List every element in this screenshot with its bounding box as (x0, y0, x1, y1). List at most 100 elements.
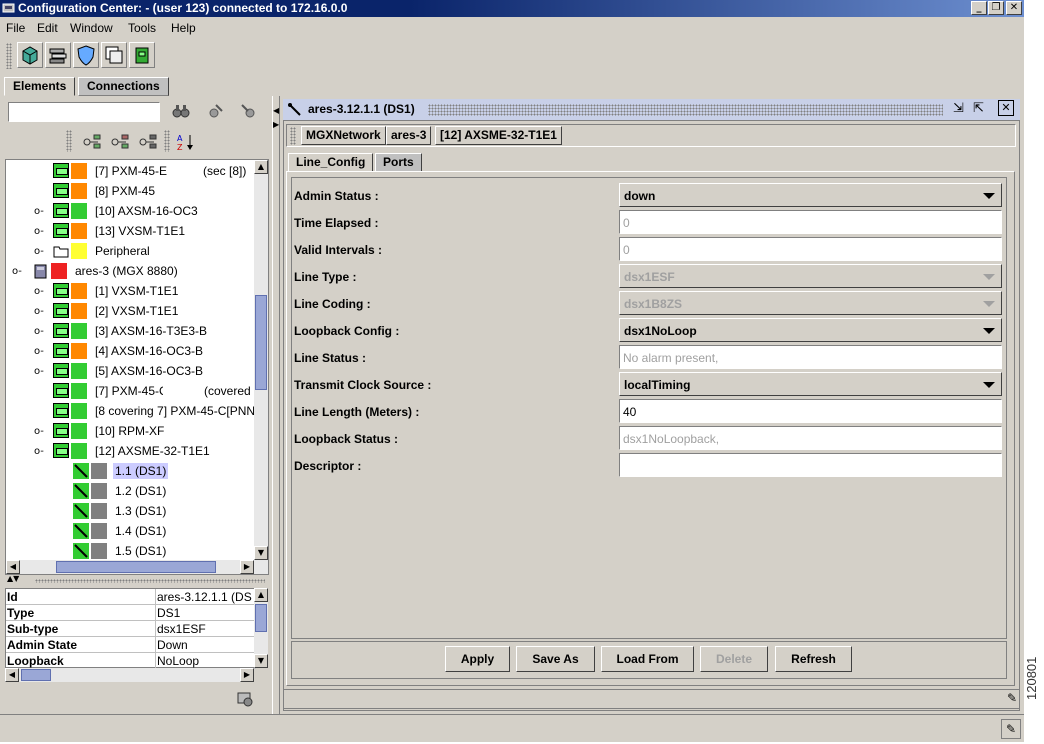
property-hscrollbar[interactable]: ◀ ▶ (5, 668, 254, 682)
scroll-up-icon[interactable]: ▲ (254, 160, 268, 174)
scroll-left-icon[interactable]: ◀ (5, 668, 19, 682)
filter-tree-icon[interactable] (138, 132, 158, 150)
save-as-button[interactable]: Save As (516, 646, 595, 672)
minimize-button[interactable]: _ (971, 1, 987, 15)
tree-item[interactable]: [7] PXM-45-C (covered (6, 381, 256, 401)
close-icon[interactable]: ✕ (998, 100, 1014, 116)
binoculars-icon[interactable] (172, 102, 190, 120)
collapse-tree-icon[interactable] (110, 132, 130, 150)
window-button[interactable] (101, 42, 127, 68)
transmit-clock-source-select[interactable]: localTiming (619, 372, 1002, 396)
tree-item[interactable]: [7] PXM-45-E (sec [8]) (6, 161, 256, 181)
collapse-key-icon[interactable]: o- (34, 446, 44, 457)
tab-ports[interactable]: Ports (375, 153, 422, 172)
tree-toolbar-grip[interactable] (66, 130, 72, 152)
maximize-button[interactable]: ❐ (988, 1, 1004, 15)
tree-vscrollbar[interactable]: ▲ ▼ (254, 160, 268, 560)
admin-status-select[interactable]: down (619, 183, 1002, 207)
expand-key-icon[interactable]: o- (34, 246, 44, 257)
collapse-arrow-icon[interactable]: ◀ (273, 106, 279, 115)
scroll-down-icon[interactable]: ▼ (254, 546, 268, 560)
element-tree[interactable]: [7] PXM-45-E (sec [8]) [8] PXM-45 o- [10… (5, 159, 269, 575)
tree-item[interactable]: o- Peripheral (6, 241, 256, 261)
property-hscroll-thumb[interactable] (21, 669, 51, 681)
cube-button[interactable] (17, 42, 43, 68)
tree-hscrollbar[interactable]: ◀ ▶ (6, 560, 268, 574)
search-input[interactable] (8, 102, 160, 122)
expand-key-icon[interactable]: o- (34, 346, 44, 357)
network-icon[interactable] (236, 690, 254, 708)
tree-item[interactable]: o- ares-3 (MGX 8880) (6, 261, 256, 281)
property-vscrollbar[interactable]: ▲ ▼ (254, 588, 268, 668)
find-next-icon[interactable] (206, 102, 224, 120)
breadcrumb-item-network[interactable]: MGXNetwork (301, 126, 386, 145)
scroll-left-icon[interactable]: ◀ (6, 560, 20, 574)
panel-divider[interactable]: ◀ ▶ (272, 96, 280, 714)
tree-item[interactable]: o- [10] RPM-XF (6, 421, 256, 441)
descriptor-field[interactable] (619, 453, 1002, 477)
tree-item[interactable]: o- [12] AXSME-32-T1E1 (6, 441, 256, 461)
expand-key-icon[interactable]: o- (34, 226, 44, 237)
loopback-config-select[interactable]: dsx1NoLoop (619, 318, 1002, 342)
tab-elements[interactable]: Elements (4, 77, 76, 96)
menu-edit[interactable]: Edit (37, 21, 58, 35)
expand-key-icon[interactable]: o- (34, 426, 44, 437)
tree-item[interactable]: 1.3 (DS1) (6, 501, 256, 521)
tree-item[interactable]: o- [3] AXSM-16-T3E3-B (6, 321, 256, 341)
pin-icon[interactable]: ✎ (1001, 719, 1021, 739)
line-length-field[interactable]: 40 (619, 399, 1002, 423)
expand-key-icon[interactable]: o- (34, 326, 44, 337)
splitter[interactable]: ▲▼ (5, 574, 269, 585)
tree-item[interactable]: o- [2] VXSM-T1E1 (6, 301, 256, 321)
tab-connections[interactable]: Connections (78, 77, 169, 96)
breadcrumb-item-card[interactable]: [12] AXSME-32-T1E1 (435, 126, 562, 145)
tree-item[interactable]: 1.2 (DS1) (6, 481, 256, 501)
expand-key-icon[interactable]: o- (34, 306, 44, 317)
scroll-right-icon[interactable]: ▶ (240, 560, 254, 574)
scroll-up-icon[interactable]: ▲ (254, 588, 268, 602)
tree-item[interactable]: 1.4 (DS1) (6, 521, 256, 541)
tree-item[interactable]: o- [5] AXSM-16-OC3-B (6, 361, 256, 381)
tree-item[interactable]: o- [1] VXSM-T1E1 (6, 281, 256, 301)
tree-item[interactable]: o- [4] AXSM-16-OC3-B (6, 341, 256, 361)
tree-item[interactable]: o- [13] VXSM-T1E1 (6, 221, 256, 241)
scroll-right-icon[interactable]: ▶ (240, 668, 254, 682)
tab-line-config[interactable]: Line_Config (288, 153, 374, 172)
toolbar-grip[interactable] (6, 43, 12, 69)
line-icon (73, 523, 89, 539)
sort-az-icon[interactable]: AZ (176, 132, 196, 152)
dock-icon[interactable]: ⇱ (973, 101, 984, 116)
shield-button[interactable] (73, 42, 99, 68)
tree-toolbar-grip-2[interactable] (164, 130, 170, 152)
expand-key-icon[interactable]: o- (34, 366, 44, 377)
tree-vscroll-thumb[interactable] (255, 295, 267, 390)
expand-key-icon[interactable]: o- (12, 266, 22, 277)
float-icon[interactable]: ⇲ (953, 101, 964, 116)
menu-tools[interactable]: Tools (128, 21, 156, 35)
expand-key-icon[interactable]: o- (34, 206, 44, 217)
menu-file[interactable]: File (6, 21, 25, 35)
card-button[interactable] (129, 42, 155, 68)
menu-window[interactable]: Window (70, 21, 113, 35)
layers-button[interactable] (45, 42, 71, 68)
tree-item[interactable]: [8 covering 7] PXM-45-C[PNN (6, 401, 256, 421)
menu-help[interactable]: Help (171, 21, 196, 35)
apply-button[interactable]: Apply (445, 646, 510, 672)
tree-hscroll-thumb[interactable] (56, 561, 216, 573)
property-vscroll-thumb[interactable] (255, 604, 267, 632)
breadcrumb-item-node[interactable]: ares-3 (386, 126, 432, 145)
pin-icon[interactable]: ✎ (1007, 691, 1017, 705)
expand-tree-icon[interactable] (82, 132, 102, 150)
load-from-button[interactable]: Load From (601, 646, 694, 672)
close-button[interactable]: ✕ (1006, 1, 1022, 15)
scroll-down-icon[interactable]: ▼ (254, 654, 268, 668)
find-prev-icon[interactable] (240, 102, 258, 120)
splitter-arrows-icon[interactable]: ▲▼ (7, 574, 19, 583)
tree-item-selected[interactable]: 1.1 (DS1) (6, 461, 256, 481)
tree-item[interactable]: [8] PXM-45 (6, 181, 256, 201)
tree-item[interactable]: 1.5 (DS1) (6, 541, 256, 561)
refresh-button[interactable]: Refresh (775, 646, 852, 672)
expand-arrow-icon[interactable]: ▶ (273, 120, 279, 129)
expand-key-icon[interactable]: o- (34, 286, 44, 297)
tree-item[interactable]: o- [10] AXSM-16-OC3 (6, 201, 256, 221)
